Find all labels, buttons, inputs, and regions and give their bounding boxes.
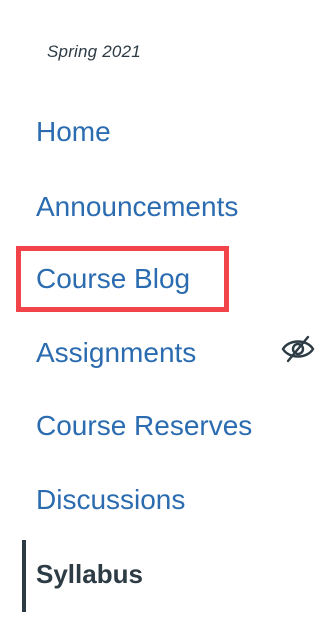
active-indicator — [22, 540, 26, 612]
course-navigation: Spring 2021 Home Announcements Course Bl… — [0, 0, 315, 620]
nav-item-syllabus[interactable]: Syllabus — [36, 554, 143, 594]
nav-item-course-reserves[interactable]: Course Reserves — [36, 406, 252, 446]
eye-slash-icon[interactable] — [280, 333, 316, 365]
nav-item-assignments[interactable]: Assignments — [36, 333, 196, 373]
term-label: Spring 2021 — [47, 42, 141, 61]
nav-item-course-blog[interactable]: Course Blog — [36, 259, 190, 299]
nav-item-announcements[interactable]: Announcements — [36, 187, 238, 227]
nav-item-home[interactable]: Home — [36, 112, 111, 152]
nav-item-discussions[interactable]: Discussions — [36, 480, 185, 520]
